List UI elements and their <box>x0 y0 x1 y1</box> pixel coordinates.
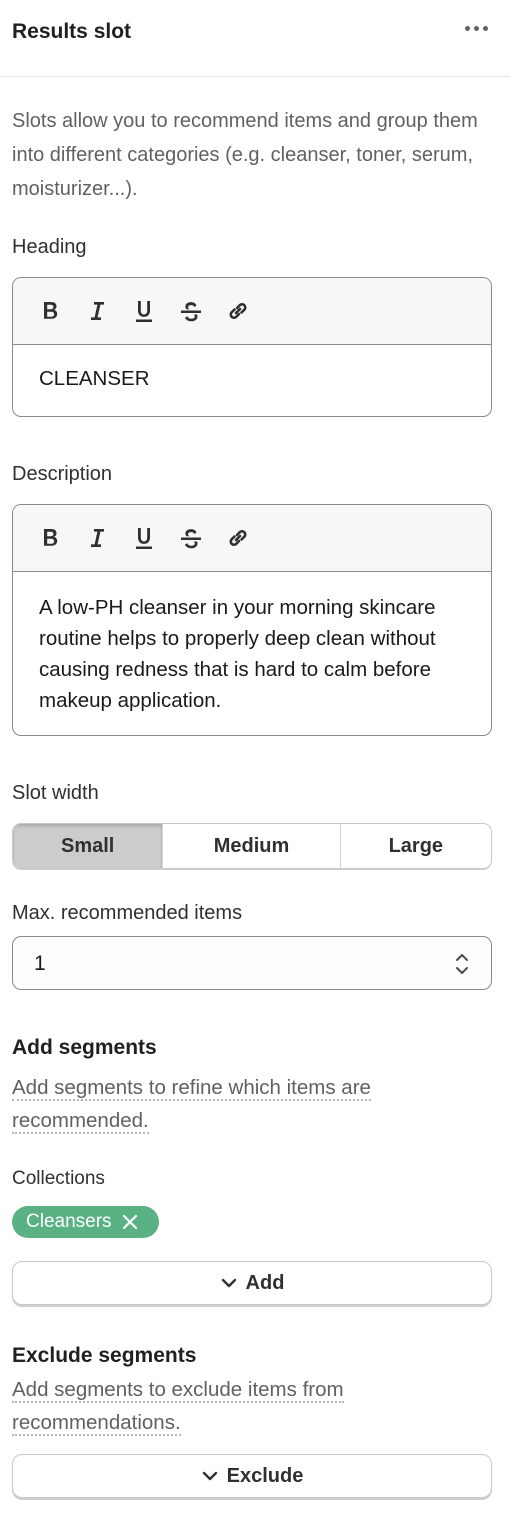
collection-tag: Cleansers <box>12 1206 159 1238</box>
add-segments-help: Add segments to refine which items are r… <box>12 1076 371 1134</box>
description-input[interactable]: A low-PH cleanser in your morning skinca… <box>13 572 491 716</box>
panel-header: Results slot <box>0 0 510 77</box>
heading-input[interactable]: CLEANSER <box>13 345 491 391</box>
slot-width-segmented-control: Small Medium Large <box>12 823 492 869</box>
underline-icon[interactable] <box>127 521 161 555</box>
exclude-segments-help: Add segments to exclude items from recom… <box>12 1378 344 1436</box>
intro-text: Slots allow you to recommend items and g… <box>12 110 478 200</box>
link-icon[interactable] <box>221 294 255 328</box>
description-label: Description <box>12 463 113 485</box>
collection-tag-label: Cleansers <box>26 1211 112 1232</box>
collections-label: Collections <box>12 1168 105 1189</box>
exclude-segments-title: Exclude segments <box>12 1344 197 1367</box>
chevron-down-icon <box>221 1278 236 1288</box>
heading-toolbar <box>13 278 491 345</box>
more-options-icon[interactable] <box>458 18 494 38</box>
add-segment-button-label: Add <box>245 1271 285 1294</box>
select-arrows-icon <box>456 954 468 974</box>
exclude-segment-button[interactable]: Exclude <box>12 1454 492 1498</box>
underline-icon[interactable] <box>127 294 161 328</box>
slot-width-medium-button[interactable]: Medium <box>163 824 341 868</box>
exclude-segment-button-label: Exclude <box>226 1464 304 1487</box>
description-editor: A low-PH cleanser in your morning skinca… <box>12 504 492 736</box>
close-icon[interactable] <box>118 1210 142 1234</box>
panel-title: Results slot <box>12 20 132 43</box>
italic-icon[interactable] <box>80 521 114 555</box>
max-items-select[interactable]: 1 <box>12 936 492 990</box>
max-items-value: 1 <box>34 952 46 975</box>
italic-icon[interactable] <box>80 294 114 328</box>
chevron-down-icon <box>202 1471 217 1481</box>
strikethrough-icon[interactable] <box>174 294 208 328</box>
slot-width-large-button[interactable]: Large <box>340 824 491 868</box>
heading-editor: CLEANSER <box>12 277 492 417</box>
add-segment-button[interactable]: Add <box>12 1261 492 1305</box>
slot-width-small-button[interactable]: Small <box>13 824 164 868</box>
bold-icon[interactable] <box>33 294 67 328</box>
bold-icon[interactable] <box>33 521 67 555</box>
slot-width-label: Slot width <box>12 782 99 804</box>
description-toolbar <box>13 505 491 572</box>
link-icon[interactable] <box>221 521 255 555</box>
strikethrough-icon[interactable] <box>174 521 208 555</box>
heading-label: Heading <box>12 236 87 258</box>
add-segments-title: Add segments <box>12 1036 157 1059</box>
max-items-label: Max. recommended items <box>12 902 243 924</box>
